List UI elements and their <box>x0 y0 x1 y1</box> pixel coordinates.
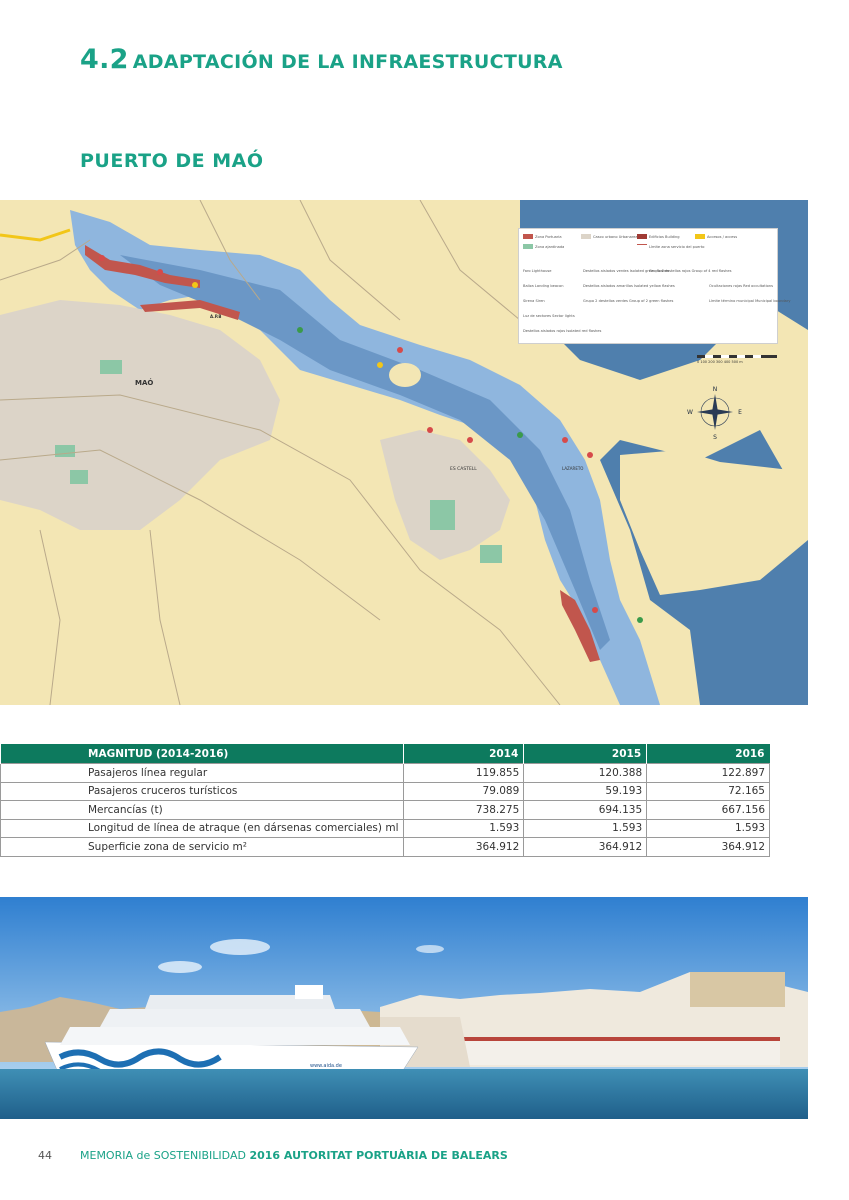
cell-2015: 120.388 <box>523 763 648 783</box>
cell-2014: 1.593 <box>403 818 525 838</box>
section-title: ADAPTACIÓN DE LA INFRAESTRUCTURA <box>132 51 563 73</box>
map-green-5 <box>480 545 502 563</box>
cell-2015: 1.593 <box>523 818 648 838</box>
cell-2016: 72.165 <box>646 781 770 801</box>
ship-text: www.aida.de <box>310 1063 342 1069</box>
legend-ocultaciones: Ocultaciones rojas Red occultations <box>709 284 773 288</box>
row-label: Superficie zona de servicio m² <box>0 837 405 857</box>
footer-title: 2016 AUTORITAT PORTUÀRIA DE BALEARS <box>249 1149 508 1162</box>
legend-destellos-amarillos: Destellos aislados amarillos Isolated ye… <box>583 284 675 288</box>
row-label: Pasajeros cruceros turísticos <box>0 781 405 801</box>
map-green-3 <box>100 360 122 374</box>
cell-2015: 59.193 <box>523 781 648 801</box>
photo-sea <box>0 1069 808 1119</box>
cell-2016: 364.912 <box>646 837 770 857</box>
legend-faro-icon: Faro Lighthouse <box>523 269 551 273</box>
compass-w: W <box>687 409 693 416</box>
table-row: Longitud de línea de atraque (en dársena… <box>0 818 770 838</box>
label-apb: A.P.B <box>210 314 221 319</box>
cell-2014: 364.912 <box>403 837 525 857</box>
legend-baliza: Baliza Landing beacon <box>523 284 564 288</box>
legend-grupo-verdes: Grupo 2 destellos verdes Group of 2 gree… <box>583 299 674 303</box>
col-header-2014: 2014 <box>403 744 524 764</box>
legend-destellos-rojos: Destellos aislados rojos Isolated red fl… <box>523 329 602 333</box>
compass-s: S <box>713 434 717 441</box>
legend-casco-urbano: Casco urbano Urbanarea <box>593 234 638 239</box>
map-green-1 <box>55 445 75 457</box>
col-header-2016: 2016 <box>646 744 770 764</box>
legend-luz-sectores: Luz de sectores Sector lights <box>523 314 575 318</box>
page-number: 44 <box>38 1149 52 1162</box>
table-row: Superficie zona de servicio m² 364.912 3… <box>0 837 770 857</box>
table-header-row: MAGNITUD (2014-2016) 2014 2015 2016 <box>0 744 770 764</box>
compass-e: E <box>738 409 742 416</box>
cell-2014: 79.089 <box>403 781 525 801</box>
section-number: 4.2 <box>80 44 129 75</box>
label-lazareto: LAZARETO <box>562 466 583 471</box>
footer-memoria: MEMORIA de SOSTENIBILIDAD <box>80 1149 246 1162</box>
legend-zona-portuaria: Zona Portuaria <box>535 234 562 239</box>
harbour-map: N S E W MAÓ ES CASTELL A.P.B LAZARETO Zo… <box>0 200 808 705</box>
map-island <box>389 363 421 387</box>
port-title: PUERTO DE MAÓ <box>80 150 264 172</box>
compass-n: N <box>713 386 718 393</box>
map-green-4 <box>430 500 455 530</box>
row-label: Mercancías (t) <box>0 800 405 820</box>
cell-2016: 122.897 <box>646 763 770 783</box>
map-legend: Zona Portuaria Zona ajardinada Casco urb… <box>518 228 790 344</box>
col-header-2015: 2015 <box>523 744 647 764</box>
photo-drawing: www.aida.de <box>0 897 808 1119</box>
stats-table: MAGNITUD (2014-2016) 2014 2015 2016 Pasa… <box>0 744 770 857</box>
map-green-2 <box>70 470 88 484</box>
cell-2016: 667.156 <box>646 800 770 820</box>
table-row: Mercancías (t) 738.275 694.135 667.156 <box>0 800 770 820</box>
legend-grupo-rojos: Grupo 4 destellos rojos Group of 4 red f… <box>649 269 732 273</box>
row-label: Pasajeros línea regular <box>0 763 405 783</box>
cell-2016: 1.593 <box>646 818 770 838</box>
cell-2015: 694.135 <box>523 800 648 820</box>
cell-2014: 119.855 <box>403 763 525 783</box>
col-header-magnitud: MAGNITUD (2014-2016) <box>0 744 404 764</box>
legend-edificios: Edificios Building <box>649 234 680 239</box>
legend-sirena: Sirena Siren <box>523 299 545 303</box>
table-row: Pasajeros línea regular 119.855 120.388 … <box>0 763 770 783</box>
legend-zona-ajardinada: Zona ajardinada <box>535 244 565 249</box>
cell-2015: 364.912 <box>523 837 648 857</box>
label-escastell: ES CASTELL <box>450 466 477 472</box>
cell-2014: 738.275 <box>403 800 525 820</box>
page-footer: 44 MEMORIA de SOSTENIBILIDAD 2016 AUTORIT… <box>38 1149 508 1162</box>
row-label: Longitud de línea de atraque (en dársena… <box>0 818 405 838</box>
legend-limite-termino: Límite término municipal Municipal bound… <box>709 299 791 303</box>
table-row: Pasajeros cruceros turísticos 79.089 59.… <box>0 781 770 801</box>
cruise-photo: www.aida.de <box>0 897 808 1119</box>
legend-limite-zona: Límite zona servicio del puerto <box>649 245 705 249</box>
scale-label: 0 100 200 300 400 500 m <box>697 360 743 364</box>
legend-faro: Faro Lighthouse <box>523 269 552 273</box>
section-heading: 4.2 ADAPTACIÓN DE LA INFRAESTRUCTURA <box>80 38 563 76</box>
label-mao: MAÓ <box>135 378 153 387</box>
legend-accesos: Accesos / access <box>707 234 738 239</box>
